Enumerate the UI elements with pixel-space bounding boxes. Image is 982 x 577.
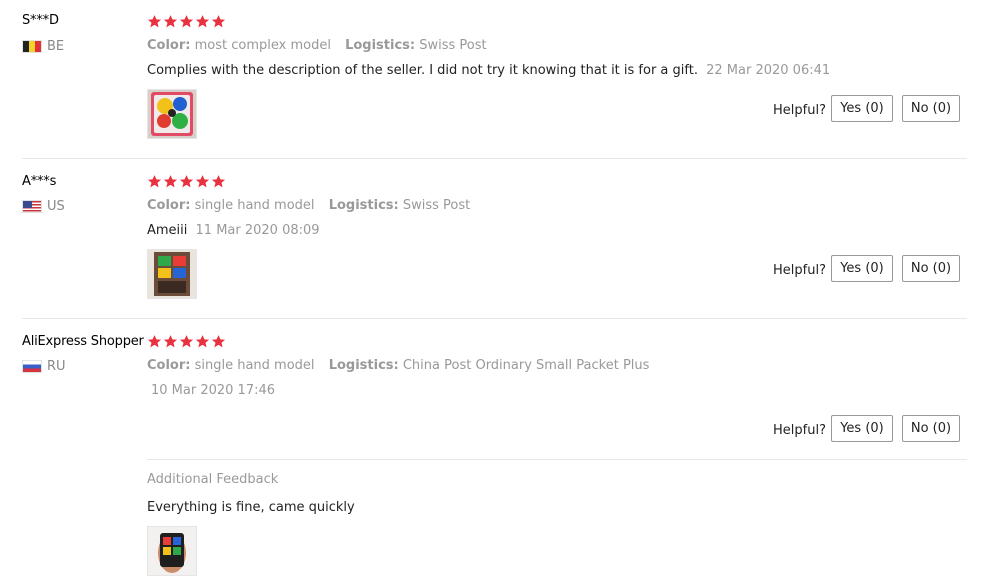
star-icon [163, 334, 178, 349]
star-icon [179, 14, 194, 29]
star-icon [195, 174, 210, 189]
russia-flag-icon [22, 360, 42, 373]
color-value: single hand model [194, 198, 315, 213]
review-text: Complies with the description of the sel… [147, 63, 698, 78]
belgium-flag-icon [22, 40, 42, 53]
review-text-line: Ameiii 11 Mar 2020 08:09 [147, 223, 320, 238]
review-photo-thumbnail[interactable] [147, 249, 197, 299]
review-meta: Color: single hand model Logistics: Chin… [147, 358, 649, 373]
star-icon [163, 14, 178, 29]
logistics-label: Logistics: [328, 358, 399, 373]
color-value: most complex model [194, 38, 331, 53]
product-photo-image [148, 250, 196, 298]
review-photo-thumbnail[interactable] [147, 526, 197, 576]
reviewer-country: BE [22, 39, 64, 54]
additional-feedback-text: Everything is fine, came quickly [147, 500, 355, 515]
color-value: single hand model [194, 358, 315, 373]
color-label: Color: [147, 358, 191, 373]
review-date: 10 Mar 2020 17:46 [151, 383, 276, 398]
review-divider [22, 318, 967, 319]
review-date: 22 Mar 2020 06:41 [706, 63, 831, 78]
star-icon [211, 14, 226, 29]
rating-stars [147, 334, 226, 349]
review-text-line: Complies with the description of the sel… [147, 63, 830, 78]
star-icon [147, 14, 162, 29]
review-meta: Color: most complex model Logistics: Swi… [147, 38, 487, 53]
review-meta: Color: single hand model Logistics: Swis… [147, 198, 470, 213]
helpful-label: Helpful? [773, 103, 826, 118]
product-photo-image [148, 90, 196, 138]
helpful-yes-button[interactable]: Yes (0) [831, 255, 893, 282]
helpful-no-button[interactable]: No (0) [902, 255, 960, 282]
star-icon [179, 334, 194, 349]
additional-feedback-title: Additional Feedback [147, 472, 279, 487]
usa-flag-icon [22, 200, 42, 213]
reviewer-name: A***s [22, 174, 57, 189]
logistics-value: China Post Ordinary Small Packet Plus [402, 358, 650, 373]
additional-feedback-divider [147, 459, 967, 460]
reviewer-name: S***D [22, 13, 59, 28]
reviewer-country: RU [22, 359, 66, 374]
country-code: US [47, 199, 65, 214]
country-code: RU [47, 359, 66, 374]
rating-stars [147, 14, 226, 29]
star-icon [195, 14, 210, 29]
star-icon [211, 174, 226, 189]
helpful-yes-button[interactable]: Yes (0) [831, 95, 893, 122]
review-text-line: 10 Mar 2020 17:46 [147, 383, 275, 398]
star-icon [163, 174, 178, 189]
star-icon [147, 174, 162, 189]
helpful-label: Helpful? [773, 423, 826, 438]
review-text: Ameiii [147, 223, 188, 238]
color-label: Color: [147, 38, 191, 53]
helpful-label: Helpful? [773, 263, 826, 278]
product-photo-image [148, 527, 196, 575]
review-divider [22, 158, 967, 159]
color-label: Color: [147, 198, 191, 213]
logistics-value: Swiss Post [402, 198, 471, 213]
helpful-yes-button[interactable]: Yes (0) [831, 415, 893, 442]
country-code: BE [47, 39, 65, 54]
reviewer-name: AliExpress Shopper [22, 334, 144, 349]
logistics-value: Swiss Post [419, 38, 487, 53]
star-icon [147, 334, 162, 349]
review-photo-thumbnail[interactable] [147, 89, 197, 139]
star-icon [211, 334, 226, 349]
helpful-no-button[interactable]: No (0) [902, 415, 960, 442]
star-icon [179, 174, 194, 189]
star-icon [195, 334, 210, 349]
logistics-label: Logistics: [328, 198, 399, 213]
reviewer-country: US [22, 199, 65, 214]
rating-stars [147, 174, 226, 189]
logistics-label: Logistics: [345, 38, 416, 53]
helpful-no-button[interactable]: No (0) [902, 95, 960, 122]
review-date: 11 Mar 2020 08:09 [195, 223, 320, 238]
